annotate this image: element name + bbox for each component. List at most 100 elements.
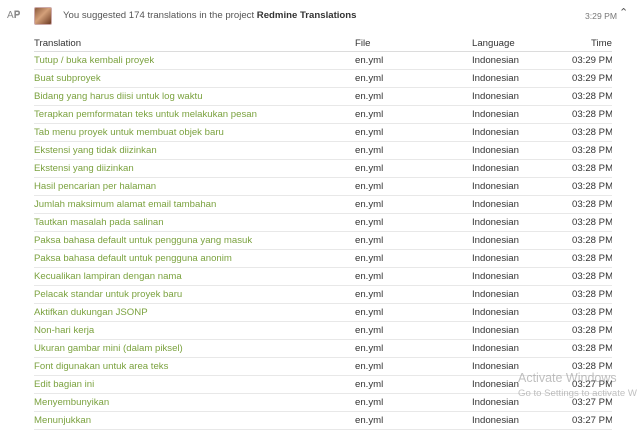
table-row: Bidang yang harus diisi untuk log waktu e… [34, 87, 612, 106]
file-cell: en.yml [355, 249, 472, 268]
translation-link[interactable]: Jumlah maksimum alamat email tambahan [34, 195, 355, 214]
language-cell: Indonesian [472, 375, 572, 394]
file-cell: en.yml [355, 177, 472, 196]
language-cell: Indonesian [472, 69, 572, 88]
table-row: Kecualikan lampiran dengan nama en.yml Ind… [34, 267, 612, 286]
time-cell: 03:28 PM [572, 267, 612, 286]
translation-link[interactable]: Menyembunyikan [34, 393, 355, 412]
file-cell: en.yml [355, 87, 472, 106]
activity-time: 3:29 PM [585, 11, 618, 21]
activity-summary: You suggested 174 translations in the pr… [63, 10, 357, 21]
time-cell: 03:29 PM [572, 51, 612, 70]
translation-link[interactable]: Font digunakan untuk area teks [34, 357, 355, 376]
time-cell: 03:28 PM [572, 249, 612, 268]
language-cell: Indonesian [472, 411, 572, 430]
column-header-translation: Translation [34, 35, 355, 52]
language-cell: Indonesian [472, 213, 572, 232]
table-row: Menyembunyikan en.yml Indonesian 03:27 PM [34, 393, 612, 412]
file-cell: en.yml [355, 141, 472, 160]
file-cell: en.yml [355, 375, 472, 394]
language-cell: Indonesian [472, 321, 572, 340]
column-header-time: Time [572, 35, 612, 52]
table-row: Tutup / buka kembali proyek en.yml Indones… [34, 51, 612, 70]
translate-icon: A𝐏 [7, 10, 21, 21]
language-cell: Indonesian [472, 285, 572, 304]
table-row: Ekstensi yang diizinkan en.yml Indonesian 0… [34, 159, 612, 178]
time-cell: 03:27 PM [572, 375, 612, 394]
project-name-link[interactable]: Redmine Translations [257, 10, 357, 21]
time-cell: 03:28 PM [572, 159, 612, 178]
time-cell: 03:28 PM [572, 285, 612, 304]
table-row: Jumlah maksimum alamat email tambahan en.… [34, 195, 612, 214]
activity-text-prefix: You suggested 174 translations in the pr… [63, 10, 257, 21]
file-cell: en.yml [355, 285, 472, 304]
file-cell: en.yml [355, 69, 472, 88]
language-cell: Indonesian [472, 159, 572, 178]
file-cell: en.yml [355, 231, 472, 250]
file-cell: en.yml [355, 105, 472, 124]
translation-link[interactable]: Ukuran gambar mini (dalam piksel) [34, 339, 355, 358]
table-row: Pelacak standar untuk proyek baru en.yml I… [34, 285, 612, 304]
translation-link[interactable]: Non-hari kerja [34, 321, 355, 340]
language-cell: Indonesian [472, 357, 572, 376]
translations-table: Translation File Language Time Tutup / b… [34, 35, 612, 430]
language-cell: Indonesian [472, 87, 572, 106]
translation-link[interactable]: Paksa bahasa default untuk pengguna anon… [34, 249, 355, 268]
translation-link[interactable]: Bidang yang harus diisi untuk log waktu [34, 87, 355, 106]
time-cell: 03:28 PM [572, 105, 612, 124]
file-cell: en.yml [355, 267, 472, 286]
translation-link[interactable]: Tutup / buka kembali proyek [34, 51, 355, 70]
activity-header: A𝐏 You suggested 174 translations in the… [0, 0, 640, 30]
translation-link[interactable]: Tautkan masalah pada salinan [34, 213, 355, 232]
translation-link[interactable]: Edit bagian ini [34, 375, 355, 394]
time-cell: 03:28 PM [572, 339, 612, 358]
table-row: Non-hari kerja en.yml Indonesian 03:28 PM [34, 321, 612, 340]
column-header-language: Language [472, 35, 572, 52]
avatar[interactable] [34, 7, 52, 25]
translation-link[interactable]: Tab menu proyek untuk membuat objek baru [34, 123, 355, 142]
file-cell: en.yml [355, 195, 472, 214]
translation-link[interactable]: Pelacak standar untuk proyek baru [34, 285, 355, 304]
table-row: Tautkan masalah pada salinan en.yml Indone… [34, 213, 612, 232]
translation-link[interactable]: Ekstensi yang diizinkan [34, 159, 355, 178]
file-cell: en.yml [355, 123, 472, 142]
time-cell: 03:28 PM [572, 213, 612, 232]
time-cell: 03:28 PM [572, 357, 612, 376]
table-row: Ekstensi yang tidak diizinkan en.yml Indon… [34, 141, 612, 160]
translation-link[interactable]: Kecualikan lampiran dengan nama [34, 267, 355, 286]
chevron-up-icon[interactable]: ⌃ [619, 6, 628, 19]
time-cell: 03:28 PM [572, 141, 612, 160]
file-cell: en.yml [355, 213, 472, 232]
time-cell: 03:29 PM [572, 69, 612, 88]
translation-link[interactable]: Ekstensi yang tidak diizinkan [34, 141, 355, 160]
language-cell: Indonesian [472, 177, 572, 196]
table-row: Aktifkan dukungan JSONP en.yml Indonesian 0… [34, 303, 612, 322]
file-cell: en.yml [355, 303, 472, 322]
file-cell: en.yml [355, 321, 472, 340]
table-row: Terapkan pemformatan teks untuk melakuka… [34, 105, 612, 124]
table-row: Buat subproyek en.yml Indonesian 03:29 PM [34, 69, 612, 88]
file-cell: en.yml [355, 411, 472, 430]
time-cell: 03:28 PM [572, 303, 612, 322]
translation-link[interactable]: Aktifkan dukungan JSONP [34, 303, 355, 322]
table-row: Menunjukkan en.yml Indonesian 03:27 PM [34, 411, 612, 430]
table-row: Tab menu proyek untuk membuat objek baru… [34, 123, 612, 142]
time-cell: 03:28 PM [572, 177, 612, 196]
language-cell: Indonesian [472, 123, 572, 142]
language-cell: Indonesian [472, 267, 572, 286]
translation-link[interactable]: Paksa bahasa default untuk pengguna yang… [34, 231, 355, 250]
translation-link[interactable]: Hasil pencarian per halaman [34, 177, 355, 196]
language-cell: Indonesian [472, 105, 572, 124]
language-cell: Indonesian [472, 51, 572, 70]
time-cell: 03:27 PM [572, 393, 612, 412]
translation-link[interactable]: Terapkan pemformatan teks untuk melakuka… [34, 105, 355, 124]
table-row: Hasil pencarian per halaman en.yml Indones… [34, 177, 612, 196]
file-cell: en.yml [355, 393, 472, 412]
language-cell: Indonesian [472, 303, 572, 322]
language-cell: Indonesian [472, 195, 572, 214]
time-cell: 03:28 PM [572, 231, 612, 250]
time-cell: 03:27 PM [572, 411, 612, 430]
translation-link[interactable]: Buat subproyek [34, 69, 355, 88]
language-cell: Indonesian [472, 339, 572, 358]
translation-link[interactable]: Menunjukkan [34, 411, 355, 430]
